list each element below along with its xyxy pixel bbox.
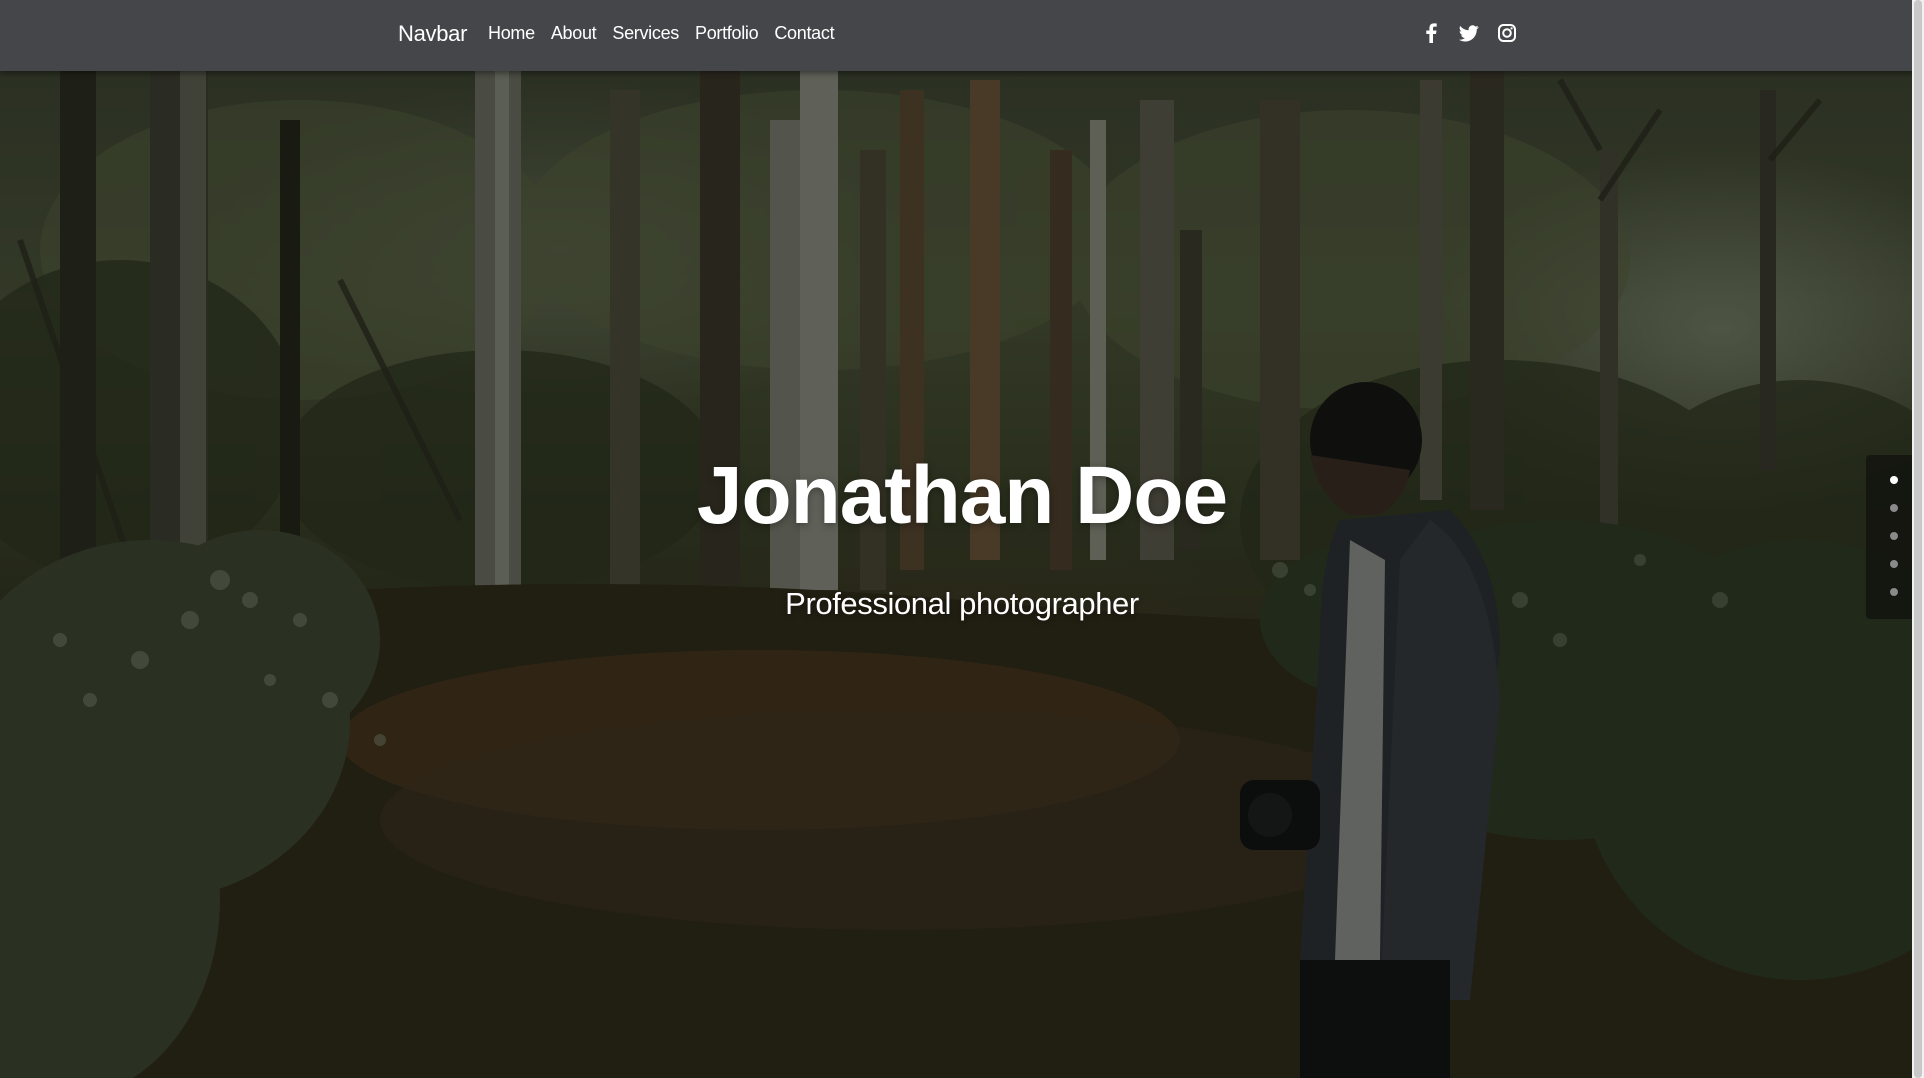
page: Navbar Home About Services Portfolio Con… xyxy=(0,0,1924,1078)
social-links xyxy=(1420,22,1518,44)
slide-dot-2[interactable] xyxy=(1890,504,1898,512)
slide-dot-4[interactable] xyxy=(1890,560,1898,568)
slide-dot-3[interactable] xyxy=(1890,532,1898,540)
hero-title: Jonathan Doe xyxy=(696,450,1228,541)
slide-dot-1[interactable] xyxy=(1890,476,1898,484)
nav-link-home[interactable]: Home xyxy=(488,22,535,44)
top-navbar: Navbar Home About Services Portfolio Con… xyxy=(0,0,1924,71)
navbar-brand[interactable]: Navbar xyxy=(398,20,467,48)
slide-dot-5[interactable] xyxy=(1890,588,1898,596)
nav-link-contact[interactable]: Contact xyxy=(774,22,834,44)
vertical-scrollbar[interactable] xyxy=(1912,0,1924,1078)
scrollbar-thumb[interactable] xyxy=(1914,0,1922,1078)
hero-subtitle: Professional photographer xyxy=(785,586,1139,621)
nav-links: Home About Services Portfolio Contact xyxy=(488,22,850,44)
nav-link-services[interactable]: Services xyxy=(612,22,679,44)
nav-link-about[interactable]: About xyxy=(551,22,597,44)
slide-dots xyxy=(1866,455,1912,619)
instagram-icon[interactable] xyxy=(1496,22,1518,44)
facebook-icon[interactable] xyxy=(1420,22,1442,44)
twitter-icon[interactable] xyxy=(1458,22,1480,44)
nav-link-portfolio[interactable]: Portfolio xyxy=(695,22,759,44)
